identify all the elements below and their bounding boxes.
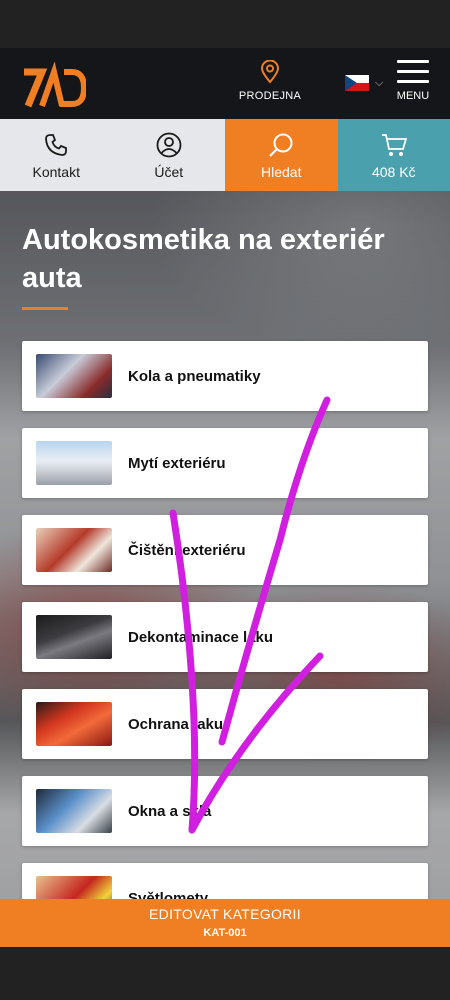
category-card[interactable]: Dekontaminace laku — [22, 602, 428, 672]
search-button[interactable]: Hledat — [225, 119, 338, 191]
status-bar — [0, 0, 450, 48]
account-label: Účet — [154, 164, 184, 180]
category-hero: Autokosmetika na exteriér auta Kola a pn… — [0, 191, 450, 899]
chevron-down-icon: ⌵ — [375, 76, 384, 89]
category-label: Mytí exteriéru — [128, 454, 226, 472]
category-thumbnail — [36, 354, 112, 398]
store-label: PRODEJNA — [238, 90, 302, 102]
category-thumbnail — [36, 702, 112, 746]
store-link[interactable]: PRODEJNA — [235, 60, 305, 102]
map-pin-icon — [260, 60, 280, 84]
menu-label: MENU — [396, 90, 430, 102]
phone-icon — [44, 130, 68, 160]
action-toolbar: Kontakt Účet Hledat 408 Kč — [0, 119, 450, 191]
cart-button[interactable]: 408 Kč — [337, 119, 450, 191]
user-icon — [156, 130, 182, 160]
search-icon — [268, 130, 294, 160]
edit-category-bar[interactable]: EDITOVAT KATEGORII KAT-001 — [0, 899, 450, 947]
czech-flag-icon — [345, 75, 369, 91]
category-code: KAT-001 — [203, 927, 247, 939]
category-label: Dekontaminace laku — [128, 628, 274, 646]
search-label: Hledat — [261, 164, 302, 180]
category-thumbnail — [36, 876, 112, 899]
category-thumbnail — [36, 615, 112, 659]
category-card[interactable]: Světlomety — [22, 863, 428, 899]
category-label: Okna a skla — [128, 802, 212, 820]
contact-label: Kontakt — [32, 164, 80, 180]
category-label: Kola a pneumatiky — [128, 367, 261, 385]
edit-category-title: EDITOVAT KATEGORII — [149, 906, 301, 922]
category-card[interactable]: Mytí exteriéru — [22, 428, 428, 498]
language-selector[interactable]: ⌵ — [345, 75, 383, 91]
category-card[interactable]: Ochrana laku — [22, 689, 428, 759]
category-thumbnail — [36, 528, 112, 572]
page-title: Autokosmetika na exteriér auta — [22, 224, 385, 294]
bottom-bar — [0, 947, 450, 1000]
category-card[interactable]: Kola a pneumatiky — [22, 341, 428, 411]
category-label: Světlomety — [128, 889, 209, 900]
hamburger-icon — [392, 60, 434, 83]
category-card[interactable]: Čištění exteriéru — [22, 515, 428, 585]
cart-total: 408 Kč — [371, 164, 416, 180]
menu-button[interactable]: MENU — [392, 60, 434, 102]
cart-icon — [380, 130, 408, 160]
category-label: Čištění exteriéru — [128, 541, 246, 559]
site-header: PRODEJNA ⌵ MENU — [0, 48, 450, 119]
contact-button[interactable]: Kontakt — [0, 119, 113, 191]
title-underline — [22, 307, 68, 310]
category-label: Ochrana laku — [128, 715, 224, 733]
category-card[interactable]: Okna a skla — [22, 776, 428, 846]
account-button[interactable]: Účet — [112, 119, 225, 191]
category-thumbnail — [36, 789, 112, 833]
ad-logo[interactable] — [20, 58, 88, 110]
category-thumbnail — [36, 441, 112, 485]
